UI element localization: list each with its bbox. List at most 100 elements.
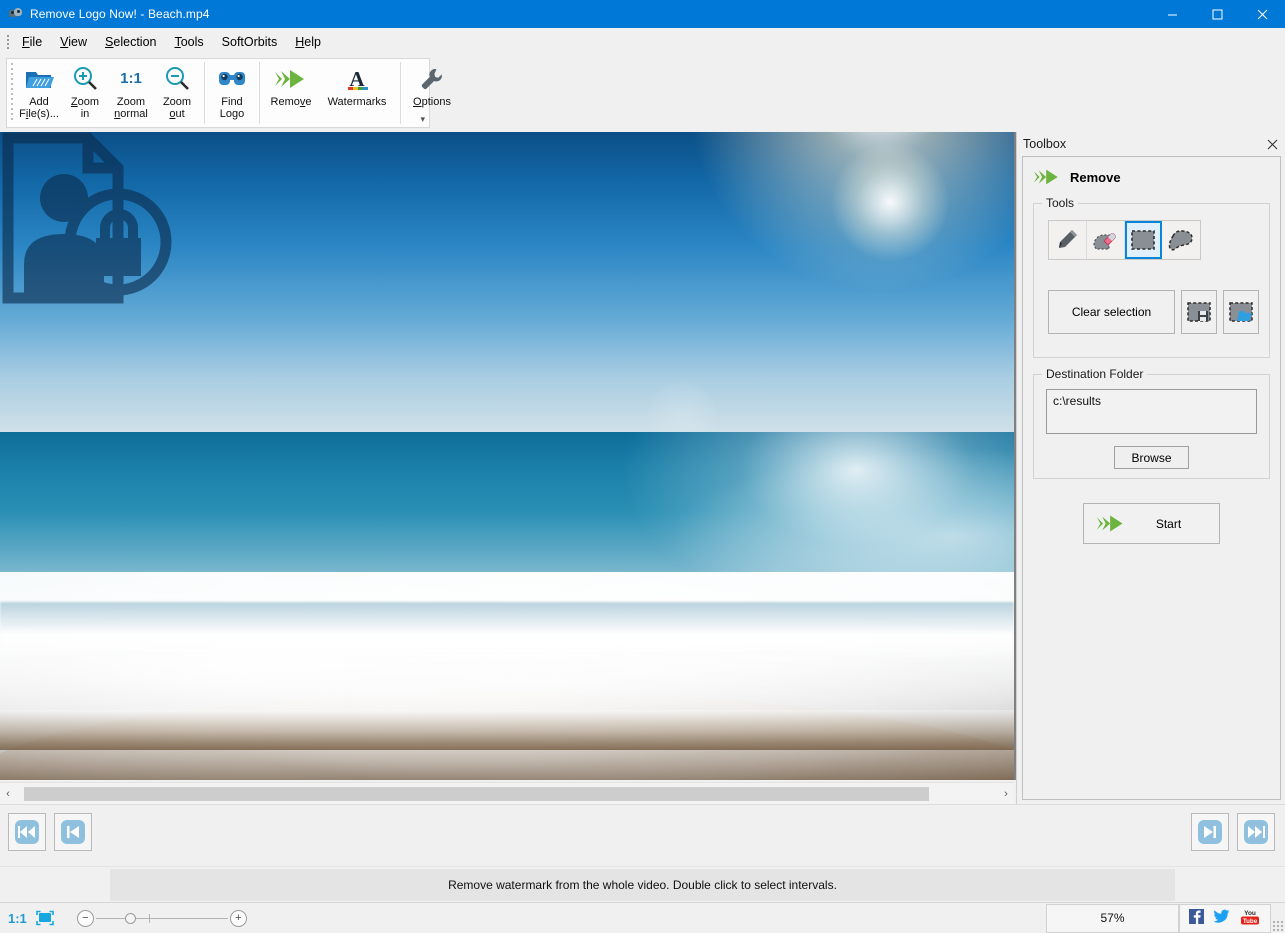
title-bar: Remove Logo Now! - Beach.mp4 [0,0,1285,28]
zoom-slider-track[interactable] [96,918,228,919]
eraser-tool[interactable] [1087,221,1125,259]
canvas-horizontal-scrollbar[interactable]: ‹ › [0,782,1014,804]
toolbox-title: Toolbox [1023,137,1066,151]
zoom-in-line2: in [81,108,90,120]
browse-button[interactable]: Browse [1114,446,1189,469]
menu-help[interactable]: Help [286,31,330,53]
menu-view[interactable]: View [51,31,96,53]
next-frame-button[interactable] [1191,813,1229,851]
load-selection-icon [1228,301,1254,323]
find-logo-button[interactable]: Find Logo [209,59,255,127]
scrollbar-thumb[interactable] [24,787,929,801]
menu-tools-label: ools [181,35,204,49]
toolbox-close-icon[interactable] [1264,136,1280,152]
clear-selection-button[interactable]: Clear selection [1048,290,1175,334]
status-message-bar: Remove watermark from the whole video. D… [0,866,1285,902]
one-to-one-icon: 1:1 [120,64,142,94]
close-button[interactable] [1240,0,1285,28]
toolbox-mode-header: Remove [1023,157,1280,187]
rectangle-select-tool[interactable] [1125,221,1163,259]
destination-folder-group: Destination Folder c:\results Browse [1033,374,1270,479]
toolbar-separator-3 [400,62,401,124]
options-button[interactable]: Options [405,59,459,127]
first-frame-button[interactable] [8,813,46,851]
zoom-out-line2: out [169,108,184,120]
step-forward-icon [1197,819,1223,845]
save-selection-icon [1186,301,1212,323]
zoom-normal-button[interactable]: 1:1 Zoom normal [108,59,154,127]
zoom-slider[interactable]: − + [77,910,247,927]
tools-group-label: Tools [1042,196,1078,210]
find-logo-line2: Logo [220,108,244,120]
toolbar-separator-1 [204,62,205,124]
document-person-lock-watermark [0,132,180,304]
load-selection-button[interactable] [1223,290,1259,334]
zoom-out-button[interactable]: Zoom out [154,59,200,127]
menu-softorbits-label: SoftOrbits [222,35,278,49]
add-files-button[interactable]: Add File(s)... [16,59,62,127]
pencil-tool[interactable] [1049,221,1087,259]
start-button[interactable]: Start [1083,503,1220,544]
youtube-icon[interactable]: You Tube [1239,908,1261,928]
last-frame-button[interactable] [1237,813,1275,851]
zoom-in-line1: Zoom [71,96,99,108]
destination-path-field[interactable]: c:\results [1046,389,1257,434]
resize-grip-icon[interactable] [1271,904,1285,933]
facebook-icon[interactable] [1189,909,1204,927]
toolbar: Add File(s)... Zoom in [0,56,1285,132]
save-selection-button[interactable] [1181,290,1217,334]
app-logo-icon [8,6,24,22]
zoom-ratio-label[interactable]: 1:1 [8,911,27,926]
tools-group: Tools [1033,203,1270,358]
toolbox-body: Remove Tools [1022,156,1281,800]
zoom-in-button[interactable]: Zoom in [62,59,108,127]
menu-help-label: elp [304,35,321,49]
toolbar-grip-icon [8,60,15,126]
scroll-left-button[interactable]: ‹ [0,783,16,805]
zoom-out-button[interactable]: − [77,910,94,927]
forward-to-end-icon [1243,819,1269,845]
prev-frame-button[interactable] [54,813,92,851]
application-window: Remove Logo Now! - Beach.mp4 File View S… [0,0,1285,933]
menu-selection-label: election [113,35,156,49]
tools-row [1048,220,1201,260]
add-files-line2: File(s)... [19,108,59,120]
rectangle-marquee-icon [1130,229,1156,251]
svg-text:You: You [1244,910,1256,917]
wet-sand-region [0,710,1014,750]
find-logo-line1: Find [221,96,242,108]
selection-actions-row: Clear selection [1048,290,1259,334]
wrench-icon [419,64,445,94]
start-label: Start [1136,517,1219,531]
scrollbar-track[interactable] [16,783,998,805]
magnifier-minus-icon [163,64,191,94]
fit-to-screen-icon[interactable] [35,910,55,926]
zoom-out-line1: Zoom [163,96,191,108]
video-preview-canvas[interactable] [0,132,1016,780]
menu-selection[interactable]: Selection [96,31,165,53]
maximize-button[interactable] [1195,0,1240,28]
zoom-in-button[interactable]: + [230,910,247,927]
zoom-slider-thumb[interactable] [125,913,136,924]
browse-label: Browse [1131,451,1171,465]
minimize-button[interactable] [1150,0,1195,28]
watermarks-button[interactable]: A Watermarks [318,59,396,127]
lasso-select-tool[interactable] [1162,221,1200,259]
window-title: Remove Logo Now! - Beach.mp4 [30,7,210,21]
scroll-right-button[interactable]: › [998,783,1014,805]
menu-file-label: ile [30,35,43,49]
beach-frame-image [0,132,1014,780]
zoom-slider-tick [149,914,150,923]
remove-button[interactable]: Remove [264,59,318,127]
green-arrow-icon [1033,167,1061,187]
remove-label: Remove [271,96,312,108]
menu-softorbits[interactable]: SoftOrbits [213,31,287,53]
menu-file[interactable]: File [13,31,51,53]
toolbar-overflow-icon[interactable]: ▾ [420,114,425,125]
status-bar: 1:1 − + 57% [0,902,1285,933]
green-arrow-icon [274,64,308,94]
menu-tools[interactable]: Tools [165,31,212,53]
transport-bar: 00:00:00 00 [0,804,1285,866]
pencil-icon [1054,227,1080,253]
twitter-icon[interactable] [1213,909,1230,927]
